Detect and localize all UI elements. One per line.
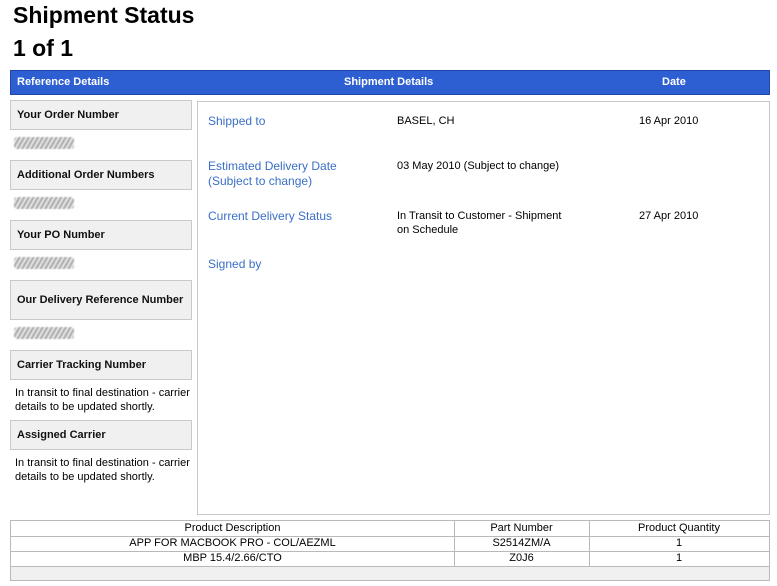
assigned-carrier-label: Assigned Carrier [10, 420, 192, 450]
column-header-product-quantity: Product Quantity [638, 522, 720, 534]
product-quantity-cell: 1 [675, 552, 683, 564]
page-title: Shipment Status [13, 2, 195, 28]
page-pagination: 1 of 1 [13, 35, 74, 61]
additional-order-numbers-value [10, 190, 192, 220]
po-number-value [10, 250, 192, 280]
shipped-to-label: Shipped to [208, 114, 266, 128]
table-row: MBP 15.4/2.66/CTO Z0J6 1 [11, 551, 769, 567]
assigned-carrier-value: In transit to final destination - carrie… [15, 457, 190, 483]
header-date: Date [662, 76, 686, 88]
details-header-bar: Reference Details Shipment Details Date [10, 70, 770, 95]
part-number-cell: Z0J6 [454, 551, 590, 566]
estimated-delivery-label: Estimated Delivery Date (Subject to chan… [208, 159, 337, 188]
delivery-reference-value [10, 320, 192, 350]
product-description-cell: MBP 15.4/2.66/CTO [11, 551, 455, 566]
column-header-product-description: Product Description [11, 521, 455, 536]
column-header-part-number: Part Number [454, 521, 590, 536]
order-number-label: Your Order Number [10, 100, 192, 130]
delivery-status-value: In Transit to Customer - Shipment on Sch… [397, 210, 562, 236]
redacted-value [14, 327, 74, 339]
delivery-reference-label: Our Delivery Reference Number [10, 280, 192, 320]
shipment-details-panel: Shipped to BASEL, CH 16 Apr 2010 Estimat… [197, 101, 770, 515]
carrier-tracking-label: Carrier Tracking Number [10, 350, 192, 380]
product-description-cell: APP FOR MACBOOK PRO - COL/AEZML [11, 536, 455, 551]
header-shipment-details: Shipment Details [344, 76, 434, 88]
additional-order-numbers-label: Additional Order Numbers [10, 160, 192, 190]
product-table: Product Description Part Number Product … [10, 520, 770, 581]
carrier-tracking-value: In transit to final destination - carrie… [15, 387, 190, 413]
product-quantity-cell: 1 [675, 537, 683, 549]
estimated-delivery-value: 03 May 2010 (Subject to change) [397, 160, 560, 172]
table-footer [11, 567, 769, 580]
reference-details-column: Your Order Number Additional Order Numbe… [10, 100, 192, 490]
header-reference-details: Reference Details [17, 76, 110, 88]
po-number-label: Your PO Number [10, 220, 192, 250]
shipped-to-date: 16 Apr 2010 [639, 115, 699, 127]
redacted-value [14, 137, 74, 149]
table-header-row: Product Description Part Number Product … [11, 521, 769, 537]
order-number-value [10, 130, 192, 160]
delivery-status-date: 27 Apr 2010 [639, 210, 699, 222]
redacted-value [14, 197, 74, 209]
signed-by-label: Signed by [208, 257, 262, 271]
part-number-cell: S2514ZM/A [454, 536, 590, 551]
shipped-to-value: BASEL, CH [397, 115, 455, 127]
delivery-status-label: Current Delivery Status [208, 209, 333, 223]
table-row: APP FOR MACBOOK PRO - COL/AEZML S2514ZM/… [11, 536, 769, 552]
redacted-value [14, 257, 74, 269]
